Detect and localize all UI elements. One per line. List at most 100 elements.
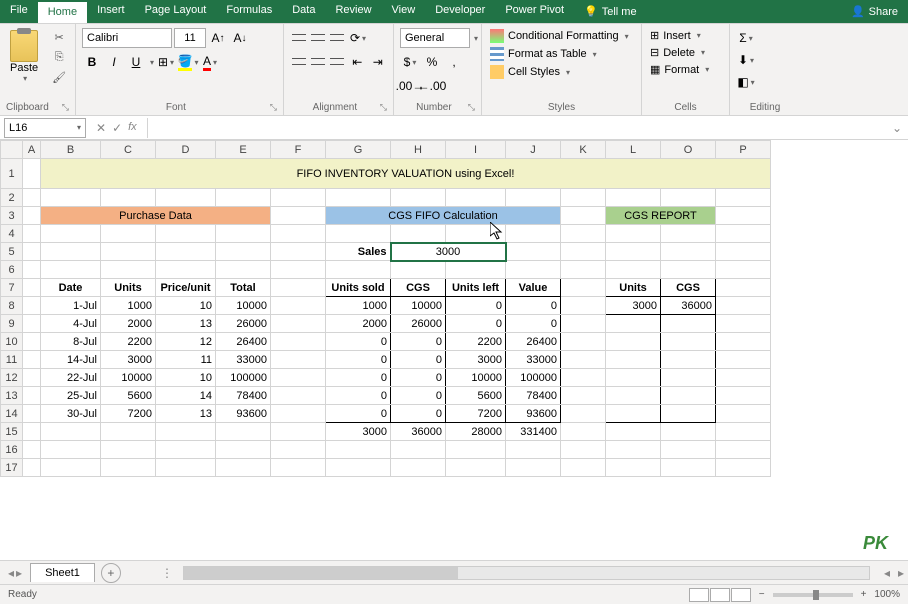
cell-I4[interactable] (446, 225, 506, 243)
sheet-nav-next-button[interactable]: ▸ (16, 566, 22, 580)
cell-P9[interactable] (716, 315, 771, 333)
cell-I13[interactable]: 5600 (446, 387, 506, 405)
cell-P4[interactable] (716, 225, 771, 243)
cell-F4[interactable] (271, 225, 326, 243)
tell-me[interactable]: 💡 Tell me (574, 0, 647, 23)
cell-C16[interactable] (101, 441, 156, 459)
cell-P7[interactable] (716, 279, 771, 297)
cell-D11[interactable]: 11 (156, 351, 216, 369)
fx-icon[interactable]: fx (128, 121, 137, 135)
cell-C7[interactable]: Units (101, 279, 156, 297)
cell-G11[interactable]: 0 (326, 351, 391, 369)
formula-input[interactable] (147, 118, 886, 138)
cell-L9[interactable] (606, 315, 661, 333)
tab-developer[interactable]: Developer (425, 0, 495, 23)
cell-O15[interactable] (661, 423, 716, 441)
cell-L12[interactable] (606, 369, 661, 387)
cell-K12[interactable] (561, 369, 606, 387)
cell-C8[interactable]: 1000 (101, 297, 156, 315)
row-header-13[interactable]: 13 (1, 387, 23, 405)
cell-B4[interactable] (41, 225, 101, 243)
cell-C5[interactable] (101, 243, 156, 261)
column-header-C[interactable]: C (101, 141, 156, 159)
cell-G4[interactable] (326, 225, 391, 243)
clear-button[interactable]: ◧▾ (736, 72, 756, 92)
cell-C13[interactable]: 5600 (101, 387, 156, 405)
cell-E10[interactable]: 26400 (216, 333, 271, 351)
cell-D4[interactable] (156, 225, 216, 243)
column-header-K[interactable]: K (561, 141, 606, 159)
cell-H12[interactable]: 0 (391, 369, 446, 387)
font-name-select[interactable] (82, 28, 172, 48)
cell-B6[interactable] (41, 261, 101, 279)
cell-B10[interactable]: 8-Jul (41, 333, 101, 351)
cell-P5[interactable] (716, 243, 771, 261)
cell-B2[interactable] (41, 189, 101, 207)
border-button[interactable]: ⊞▾ (156, 52, 176, 72)
cell-C2[interactable] (101, 189, 156, 207)
cell-P2[interactable] (716, 189, 771, 207)
cell-C17[interactable] (101, 459, 156, 477)
cell-K9[interactable] (561, 315, 606, 333)
percent-button[interactable]: % (422, 52, 442, 72)
font-size-select[interactable] (174, 28, 206, 48)
cell-H17[interactable] (391, 459, 446, 477)
orientation-button[interactable]: ⟳▾ (348, 28, 368, 48)
cell-E5[interactable] (216, 243, 271, 261)
scroll-left-button[interactable]: ◂ (880, 566, 894, 580)
cell-P6[interactable] (716, 261, 771, 279)
increase-indent-button[interactable]: ⇥ (369, 52, 388, 72)
row-header-11[interactable]: 11 (1, 351, 23, 369)
cell-J16[interactable] (506, 441, 561, 459)
cell-E15[interactable] (216, 423, 271, 441)
italic-button[interactable]: I (104, 52, 124, 72)
row-header-6[interactable]: 6 (1, 261, 23, 279)
row-header-16[interactable]: 16 (1, 441, 23, 459)
cell-G9[interactable]: 2000 (326, 315, 391, 333)
autosum-button[interactable]: Σ▾ (736, 28, 756, 48)
cell-P12[interactable] (716, 369, 771, 387)
cell-B17[interactable] (41, 459, 101, 477)
cell-G14[interactable]: 0 (326, 405, 391, 423)
cell-D7[interactable]: Price/unit (156, 279, 216, 297)
cell-D6[interactable] (156, 261, 216, 279)
cell-J6[interactable] (506, 261, 561, 279)
cell-P10[interactable] (716, 333, 771, 351)
cell-G8[interactable]: 1000 (326, 297, 391, 315)
cell-I7[interactable]: Units left (446, 279, 506, 297)
cell-H2[interactable] (391, 189, 446, 207)
cell-B11[interactable]: 14-Jul (41, 351, 101, 369)
bold-button[interactable]: B (82, 52, 102, 72)
cell-D13[interactable]: 14 (156, 387, 216, 405)
fill-button[interactable]: ⬇▾ (736, 50, 756, 70)
cell-L4[interactable] (606, 225, 661, 243)
align-middle-button[interactable] (309, 30, 327, 46)
cell-H13[interactable]: 0 (391, 387, 446, 405)
cell-F3[interactable] (271, 207, 326, 225)
page-break-view-button[interactable] (731, 588, 751, 602)
cell-I2[interactable] (446, 189, 506, 207)
cell-I17[interactable] (446, 459, 506, 477)
cell-E12[interactable]: 100000 (216, 369, 271, 387)
tab-page-layout[interactable]: Page Layout (135, 0, 217, 23)
row-header-14[interactable]: 14 (1, 405, 23, 423)
row-header-7[interactable]: 7 (1, 279, 23, 297)
cell-O17[interactable] (661, 459, 716, 477)
align-left-button[interactable] (290, 54, 308, 70)
cell-E9[interactable]: 26000 (216, 315, 271, 333)
zoom-slider[interactable] (773, 593, 853, 597)
cell-E16[interactable] (216, 441, 271, 459)
cell-P13[interactable] (716, 387, 771, 405)
cell-J11[interactable]: 33000 (506, 351, 561, 369)
cell-C9[interactable]: 2000 (101, 315, 156, 333)
cell-A8[interactable] (23, 297, 41, 315)
cell-F5[interactable] (271, 243, 326, 261)
cell-I11[interactable]: 3000 (446, 351, 506, 369)
clipboard-dialog-launcher[interactable]: ⤡ (62, 102, 69, 113)
column-header-P[interactable]: P (716, 141, 771, 159)
cell-styles-button[interactable]: Cell Styles▾ (488, 64, 635, 80)
cell-E6[interactable] (216, 261, 271, 279)
sheet-tab-sheet1[interactable]: Sheet1 (30, 563, 95, 582)
font-dialog-launcher[interactable]: ⤡ (270, 102, 277, 113)
cell-G17[interactable] (326, 459, 391, 477)
